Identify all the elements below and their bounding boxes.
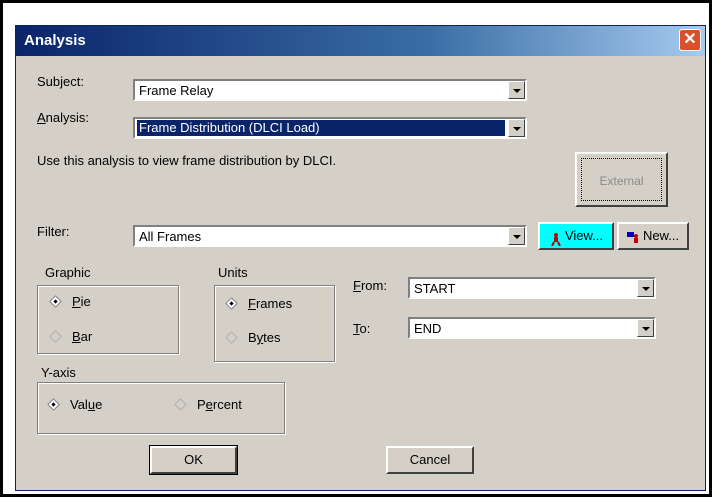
- analysis-value: Frame Distribution (DLCI Load): [137, 120, 505, 136]
- to-value: END: [414, 321, 442, 336]
- close-icon: ✕: [683, 31, 697, 48]
- chevron-down-icon[interactable]: [508, 119, 525, 137]
- subject-label: Subject:: [37, 74, 84, 89]
- graphic-bar-radio[interactable]: Bar: [49, 329, 92, 344]
- to-dropdown[interactable]: END: [408, 317, 656, 339]
- units-bytes-radio[interactable]: Bytes: [225, 330, 281, 345]
- external-button-label: External: [599, 174, 644, 188]
- analysis-dialog: Analysis ✕ Subject: Frame Relay Analysis…: [15, 25, 706, 491]
- radio-unselected-icon: [225, 331, 238, 344]
- to-label: To:: [353, 321, 371, 336]
- radio-selected-icon: [47, 398, 60, 411]
- title-bar[interactable]: Analysis ✕: [16, 26, 705, 56]
- chevron-down-icon[interactable]: [508, 227, 525, 245]
- analysis-description: Use this analysis to view frame distribu…: [37, 153, 337, 168]
- dialog-title: Analysis: [24, 32, 86, 49]
- yaxis-value-radio[interactable]: Value: [47, 397, 102, 412]
- chevron-down-icon[interactable]: [637, 319, 654, 337]
- view-filter-button[interactable]: View...: [538, 222, 614, 250]
- from-value: START: [414, 281, 456, 296]
- new-button-label: New...: [642, 228, 680, 243]
- external-button[interactable]: External: [575, 152, 668, 207]
- chevron-down-icon[interactable]: [508, 81, 525, 99]
- subject-value: Frame Relay: [139, 83, 214, 98]
- filter-value: All Frames: [139, 229, 202, 244]
- ok-button[interactable]: OK: [149, 445, 238, 475]
- from-label: From:: [353, 278, 387, 293]
- yaxis-group-title: Y-axis: [41, 365, 76, 380]
- new-filter-button[interactable]: New...: [617, 222, 689, 250]
- chevron-down-icon[interactable]: [637, 279, 654, 297]
- graphic-group-title: Graphic: [45, 265, 91, 280]
- filter-dropdown[interactable]: All Frames: [133, 225, 527, 247]
- radio-unselected-icon: [174, 398, 187, 411]
- radio-selected-icon: [225, 297, 238, 310]
- analysis-dropdown[interactable]: Frame Distribution (DLCI Load): [133, 117, 527, 139]
- cancel-button-label: Cancel: [409, 452, 451, 467]
- radio-selected-icon: [49, 295, 62, 308]
- new-filter-icon: [626, 230, 641, 244]
- view-filter-icon: [549, 230, 563, 247]
- analysis-label: Analysis:: [37, 110, 90, 125]
- yaxis-percent-radio[interactable]: Percent: [174, 397, 242, 412]
- close-button[interactable]: ✕: [679, 29, 701, 51]
- from-dropdown[interactable]: START: [408, 277, 656, 299]
- units-frames-radio[interactable]: Frames: [225, 296, 292, 311]
- filter-label: Filter:: [37, 224, 70, 239]
- view-button-label: View...: [564, 228, 604, 243]
- graphic-pie-radio[interactable]: Pie: [49, 294, 91, 309]
- cancel-button[interactable]: Cancel: [386, 446, 474, 474]
- subject-dropdown[interactable]: Frame Relay: [133, 79, 527, 101]
- units-group-title: Units: [218, 265, 248, 280]
- radio-unselected-icon: [49, 330, 62, 343]
- ok-button-label: OK: [184, 452, 203, 467]
